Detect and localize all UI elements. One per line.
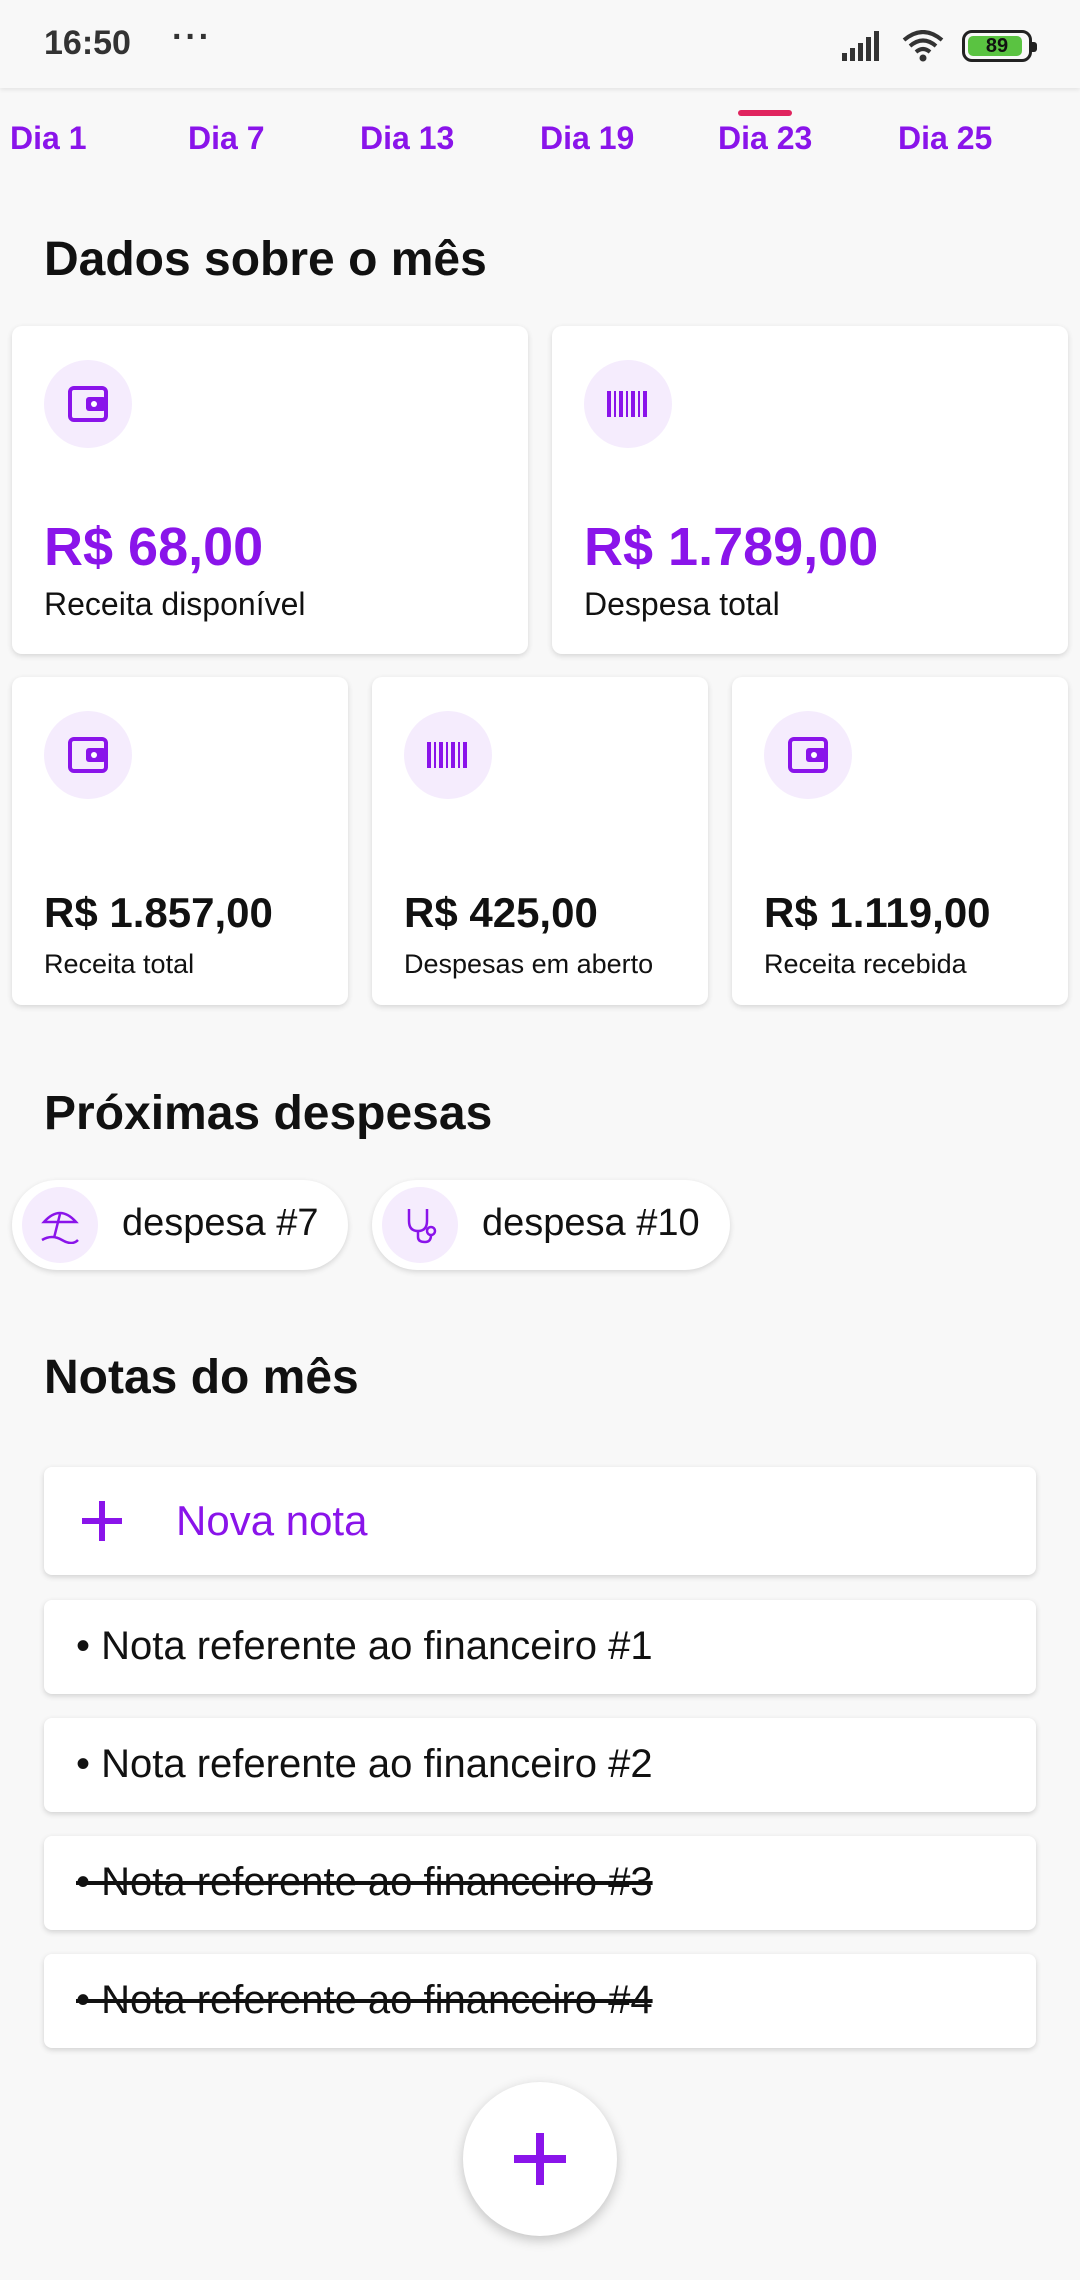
tab-dia-25[interactable]: Dia 25	[898, 120, 992, 157]
section-title-upcoming: Próximas despesas	[44, 1087, 493, 1140]
note-item-completed[interactable]: • Nota referente ao financeiro #3	[44, 1836, 1036, 1930]
new-note-label: Nova nota	[176, 1497, 368, 1544]
status-bar: 16:50 ··· 89	[0, 0, 1080, 88]
wallet-icon	[44, 711, 132, 799]
card-despesa-total[interactable]: R$ 1.789,00 Despesa total	[552, 326, 1068, 654]
upcoming-expense-label: despesa #10	[482, 1202, 700, 1244]
tab-dia-23[interactable]: Dia 23	[718, 120, 812, 157]
upcoming-expense-label: despesa #7	[122, 1202, 319, 1244]
status-time: 16:50	[44, 24, 131, 62]
wifi-icon	[902, 30, 944, 62]
card-receita-disponivel[interactable]: R$ 68,00 Receita disponível	[12, 326, 528, 654]
signal-icon	[842, 31, 879, 61]
card-amount: R$ 68,00	[44, 517, 264, 577]
card-amount: R$ 425,00	[404, 889, 598, 936]
day-tabs: Dia 1 Dia 7 Dia 13 Dia 19 Dia 23 Dia 25	[0, 96, 1080, 176]
note-text: • Nota referente ao financeiro #3	[76, 1860, 653, 1904]
card-amount: R$ 1.789,00	[584, 517, 879, 577]
card-label: Receita disponível	[44, 586, 306, 622]
barcode-icon	[404, 711, 492, 799]
note-item[interactable]: • Nota referente ao financeiro #2	[44, 1718, 1036, 1812]
card-label: Receita recebida	[764, 949, 967, 979]
card-receita-recebida[interactable]: R$ 1.119,00 Receita recebida	[732, 677, 1068, 1005]
plus-icon	[82, 1501, 122, 1541]
battery-percent: 89	[985, 34, 1009, 57]
stethoscope-icon	[382, 1187, 458, 1263]
barcode-icon	[584, 360, 672, 448]
note-text: • Nota referente ao financeiro #1	[76, 1624, 653, 1668]
upcoming-expense-chip[interactable]: despesa #7	[12, 1180, 348, 1270]
tab-dia-19[interactable]: Dia 19	[540, 120, 634, 157]
card-despesas-em-aberto[interactable]: R$ 425,00 Despesas em aberto	[372, 677, 708, 1005]
card-receita-total[interactable]: R$ 1.857,00 Receita total	[12, 677, 348, 1005]
note-text: • Nota referente ao financeiro #2	[76, 1742, 653, 1786]
card-label: Despesas em aberto	[404, 949, 654, 979]
card-amount: R$ 1.119,00	[764, 889, 991, 936]
new-note-button[interactable]: Nova nota	[44, 1467, 1036, 1575]
add-fab-button[interactable]	[463, 2082, 617, 2236]
wallet-icon	[764, 711, 852, 799]
section-title-notes: Notas do mês	[44, 1351, 359, 1404]
note-item-completed[interactable]: • Nota referente ao financeiro #4	[44, 1954, 1036, 2048]
card-amount: R$ 1.857,00	[44, 889, 273, 936]
upcoming-expense-chip[interactable]: despesa #10	[372, 1180, 730, 1270]
note-text: • Nota referente ao financeiro #4	[76, 1978, 653, 2022]
card-label: Receita total	[44, 949, 195, 979]
tab-dia-1[interactable]: Dia 1	[10, 120, 86, 157]
section-title-month-data: Dados sobre o mês	[44, 233, 487, 286]
status-icons: 89	[842, 26, 1037, 66]
tab-dia-13[interactable]: Dia 13	[360, 120, 454, 157]
note-item[interactable]: • Nota referente ao financeiro #1	[44, 1600, 1036, 1694]
selected-tab-indicator	[738, 110, 792, 116]
tab-dia-7[interactable]: Dia 7	[188, 120, 264, 157]
wallet-icon	[44, 360, 132, 448]
beach-umbrella-icon	[22, 1187, 98, 1263]
card-label: Despesa total	[584, 586, 780, 622]
plus-icon	[514, 2133, 566, 2185]
battery-icon: 89	[962, 30, 1037, 62]
more-notifications-icon: ···	[172, 18, 212, 56]
